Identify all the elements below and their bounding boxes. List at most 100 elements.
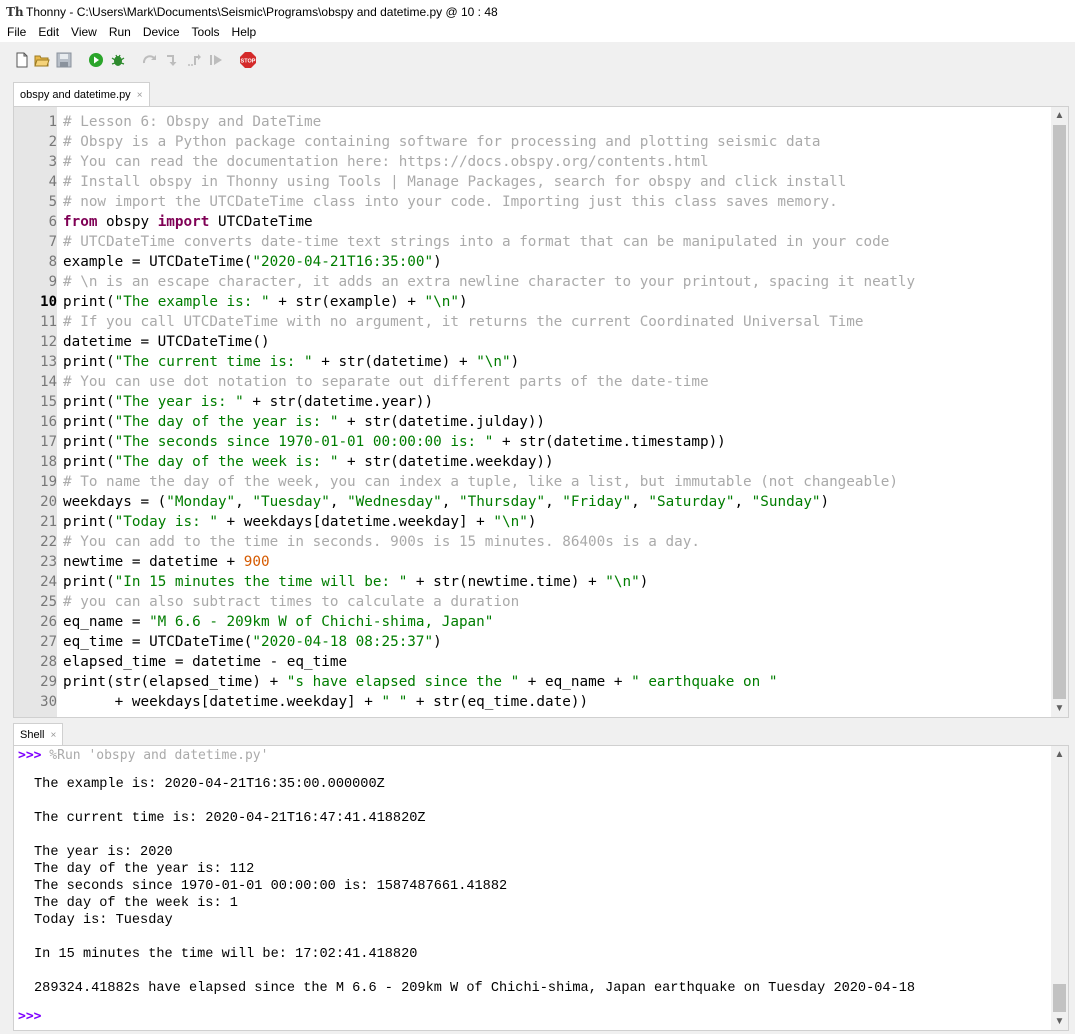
editor-vertical-scrollbar[interactable]: ▲ ▼ xyxy=(1051,107,1068,717)
run-icon[interactable] xyxy=(88,52,104,68)
line-number: 9 xyxy=(48,274,57,290)
code-line[interactable]: # UTCDateTime converts date-time text st… xyxy=(63,232,889,252)
code-line[interactable]: # To name the day of the week, you can i… xyxy=(63,472,898,492)
title-bar: Th Thonny - C:\Users\Mark\Documents\Seis… xyxy=(0,0,1075,23)
code-line[interactable]: eq_name = "M 6.6 - 209km W of Chichi-shi… xyxy=(63,612,493,632)
shell-vertical-scrollbar[interactable]: ▲ ▼ xyxy=(1051,746,1068,1030)
code-line[interactable]: weekdays = ("Monday", "Tuesday", "Wednes… xyxy=(63,492,829,512)
debug-icon[interactable] xyxy=(110,52,126,68)
code-line[interactable]: eq_time = UTCDateTime("2020-04-18 08:25:… xyxy=(63,632,442,652)
save-icon[interactable] xyxy=(56,52,72,68)
line-number: 23 xyxy=(40,554,57,570)
code-token: eq_name = xyxy=(63,614,150,630)
menu-tools[interactable]: Tools xyxy=(186,23,226,42)
code-line[interactable]: # Lesson 6: Obspy and DateTime xyxy=(63,112,321,132)
scroll-up-icon[interactable]: ▲ xyxy=(1051,107,1068,124)
scroll-down-icon[interactable]: ▼ xyxy=(1051,1013,1068,1030)
menu-edit[interactable]: Edit xyxy=(32,23,65,42)
code-token: print( xyxy=(63,394,115,410)
close-icon[interactable]: × xyxy=(50,730,56,741)
code-token: "Saturday" xyxy=(648,494,735,510)
code-line[interactable]: print(str(elapsed_time) + "s have elapse… xyxy=(63,672,777,692)
code-token: "The day of the week is: " xyxy=(114,454,339,470)
tab-obspy-and-datetime[interactable]: obspy and datetime.py × xyxy=(13,82,150,107)
code-token: elapsed_time = datetime - eq_time xyxy=(63,654,348,670)
window-title: Thonny - C:\Users\Mark\Documents\Seismic… xyxy=(26,4,498,19)
code-token: eq_time = UTCDateTime( xyxy=(63,634,253,650)
code-line[interactable]: print("The seconds since 1970-01-01 00:0… xyxy=(63,432,726,452)
step-into-icon[interactable] xyxy=(164,52,180,68)
shell-tabs: Shell × xyxy=(0,723,1075,746)
code-line[interactable]: print("The day of the year is: " + str(d… xyxy=(63,412,545,432)
menu-view[interactable]: View xyxy=(65,23,103,42)
code-token: # You can read the documentation here: h… xyxy=(63,154,709,170)
code-line[interactable]: # you can also subtract times to calcula… xyxy=(63,592,519,612)
close-icon[interactable]: × xyxy=(137,90,143,101)
tab-shell[interactable]: Shell × xyxy=(13,723,64,746)
code-token: datetime = UTCDateTime() xyxy=(63,334,270,350)
line-number: 15 xyxy=(40,394,57,410)
menu-run[interactable]: Run xyxy=(103,23,137,42)
code-line[interactable]: print("The day of the week is: " + str(d… xyxy=(63,452,554,472)
shell-output-line: The year is: 2020 xyxy=(34,845,173,860)
code-line[interactable]: # Install obspy in Thonny using Tools | … xyxy=(63,172,846,192)
code-line[interactable]: from obspy import UTCDateTime xyxy=(63,212,313,232)
code-line[interactable]: # Obspy is a Python package containing s… xyxy=(63,132,820,152)
resume-icon[interactable] xyxy=(208,52,224,68)
code-token: print( xyxy=(63,414,115,430)
shell-input-line[interactable]: >>> xyxy=(18,1008,41,1025)
code-line[interactable]: print("The example is: " + str(example) … xyxy=(63,292,468,312)
code-line[interactable]: # now import the UTCDateTime class into … xyxy=(63,192,838,212)
code-line[interactable]: print("Today is: " + weekdays[datetime.w… xyxy=(63,512,536,532)
line-number: 4 xyxy=(48,174,57,190)
scroll-up-icon[interactable]: ▲ xyxy=(1051,746,1068,763)
code-editor[interactable]: 1 2 3 4 5 6 7 8 9 10 11 12 13 14 15 16 17 18 19 20 21 22 23 24 2… xyxy=(13,106,1069,718)
code-line[interactable]: print("The year is: " + str(datetime.yea… xyxy=(63,392,433,412)
code-token: example = UTCDateTime( xyxy=(63,254,253,270)
code-token: + eq_name + xyxy=(519,674,632,690)
code-line[interactable]: # You can read the documentation here: h… xyxy=(63,152,709,172)
code-token: ) xyxy=(458,294,468,310)
line-number: 1 xyxy=(48,114,57,130)
shell-output-line: 289324.41882s have elapsed since the M 6… xyxy=(34,981,916,996)
code-line[interactable]: # \n is an escape character, it adds an … xyxy=(63,272,915,292)
code-token: "Monday" xyxy=(166,494,236,510)
shell-scroll-thumb[interactable] xyxy=(1053,984,1066,1012)
menu-device[interactable]: Device xyxy=(137,23,186,42)
code-line[interactable]: # If you call UTCDateTime with no argume… xyxy=(63,312,864,332)
code-token: "Today is: " xyxy=(114,514,218,530)
menu-file[interactable]: File xyxy=(0,23,32,42)
code-token: "The day of the year is: " xyxy=(114,414,339,430)
code-line[interactable]: print("The current time is: " + str(date… xyxy=(63,352,519,372)
code-token: # If you call UTCDateTime with no argume… xyxy=(63,314,864,330)
code-token: # now import the UTCDateTime class into … xyxy=(63,194,838,210)
shell-panel[interactable]: >>> %Run 'obspy and datetime.py' >>> ▲ ▼… xyxy=(13,745,1069,1031)
code-token: "2020-04-21T16:35:00" xyxy=(252,254,434,270)
code-line[interactable]: elapsed_time = datetime - eq_time xyxy=(63,652,347,672)
code-line[interactable]: newtime = datetime + 900 xyxy=(63,552,270,572)
shell-output-line: The seconds since 1970-01-01 00:00:00 is… xyxy=(34,879,508,894)
code-token: 900 xyxy=(243,554,270,570)
open-folder-icon[interactable] xyxy=(34,52,50,68)
shell-run-command: %Run 'obspy and datetime.py' xyxy=(41,748,269,763)
line-number: 28 xyxy=(40,654,57,670)
line-number: 19 xyxy=(40,474,57,490)
line-number: 3 xyxy=(48,154,57,170)
code-line[interactable]: print("In 15 minutes the time will be: "… xyxy=(63,572,648,592)
shell-output-line: The example is: 2020-04-21T16:35:00.0000… xyxy=(34,777,385,792)
code-line[interactable]: example = UTCDateTime("2020-04-21T16:35:… xyxy=(63,252,442,272)
code-line[interactable]: # You can add to the time in seconds. 90… xyxy=(63,532,700,552)
code-line[interactable]: datetime = UTCDateTime() xyxy=(63,332,270,352)
step-out-icon[interactable] xyxy=(186,52,202,68)
menu-help[interactable]: Help xyxy=(226,23,263,42)
scroll-down-icon[interactable]: ▼ xyxy=(1051,700,1068,717)
step-over-icon[interactable] xyxy=(142,52,158,68)
new-file-icon[interactable] xyxy=(14,52,30,68)
code-token: + str(example) + xyxy=(269,294,425,310)
tab-label: Shell xyxy=(20,729,45,741)
code-line[interactable]: # You can use dot notation to separate o… xyxy=(63,372,709,392)
stop-icon[interactable]: STOP xyxy=(240,52,256,68)
code-line[interactable]: + weekdays[datetime.weekday] + " " + str… xyxy=(63,692,588,712)
editor-scroll-thumb[interactable] xyxy=(1053,125,1066,699)
line-number: 14 xyxy=(40,374,57,390)
